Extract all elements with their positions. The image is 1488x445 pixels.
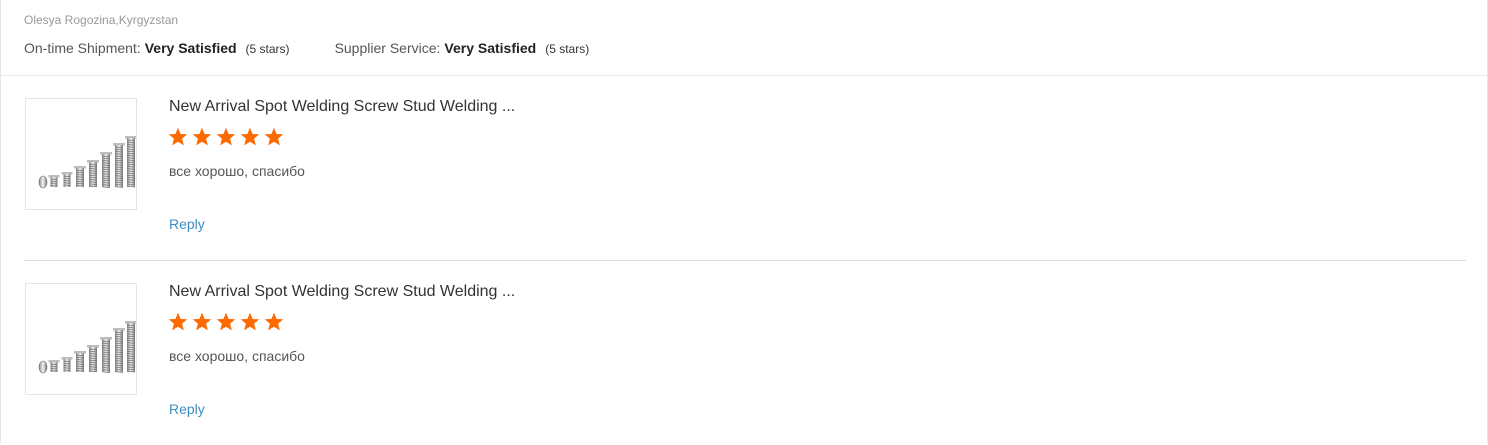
star-icon	[192, 312, 212, 331]
supplier-ratings: On-time Shipment: Very Satisfied (5 star…	[24, 40, 589, 56]
product-rating-stars	[168, 127, 288, 147]
reply-link[interactable]: Reply	[169, 216, 205, 232]
star-icon	[264, 312, 284, 331]
star-icon	[216, 127, 236, 146]
review-comment: все хорошо, спасибо	[169, 163, 305, 179]
star-icon	[240, 127, 260, 146]
reviewer-name-location: Olesya Rogozina,Kyrgyzstan	[24, 13, 179, 27]
review-item: New Arrival Spot Welding Screw Stud Weld…	[24, 261, 1466, 445]
star-icon	[240, 312, 260, 331]
service-stars: (5 stars)	[545, 42, 590, 56]
welding-studs-icon	[38, 136, 136, 189]
service-label: Supplier Service:	[334, 40, 441, 56]
shipment-rating: On-time Shipment: Very Satisfied (5 star…	[24, 40, 290, 56]
reply-link[interactable]: Reply	[169, 401, 205, 417]
welding-studs-image[interactable]	[25, 283, 137, 395]
review-card: Olesya Rogozina,Kyrgyzstan On-time Shipm…	[0, 0, 1488, 443]
service-value: Very Satisfied	[444, 40, 537, 56]
service-rating: Supplier Service: Very Satisfied (5 star…	[335, 40, 590, 56]
product-title[interactable]: New Arrival Spot Welding Screw Stud Weld…	[169, 283, 515, 301]
welding-studs-icon	[38, 321, 136, 374]
star-icon	[264, 127, 284, 146]
star-icon	[216, 312, 236, 331]
shipment-stars: (5 stars)	[245, 42, 290, 56]
star-icon	[168, 312, 188, 331]
star-icon	[192, 127, 212, 146]
review-header: Olesya Rogozina,Kyrgyzstan On-time Shipm…	[1, 0, 1487, 76]
welding-studs-image[interactable]	[25, 98, 137, 210]
review-comment: все хорошо, спасибо	[169, 348, 305, 364]
product-title[interactable]: New Arrival Spot Welding Screw Stud Weld…	[169, 98, 515, 116]
shipment-value: Very Satisfied	[144, 40, 237, 56]
review-item: New Arrival Spot Welding Screw Stud Weld…	[24, 76, 1466, 261]
star-icon	[168, 127, 188, 146]
shipment-label: On-time Shipment:	[24, 40, 141, 56]
product-rating-stars	[168, 312, 288, 332]
